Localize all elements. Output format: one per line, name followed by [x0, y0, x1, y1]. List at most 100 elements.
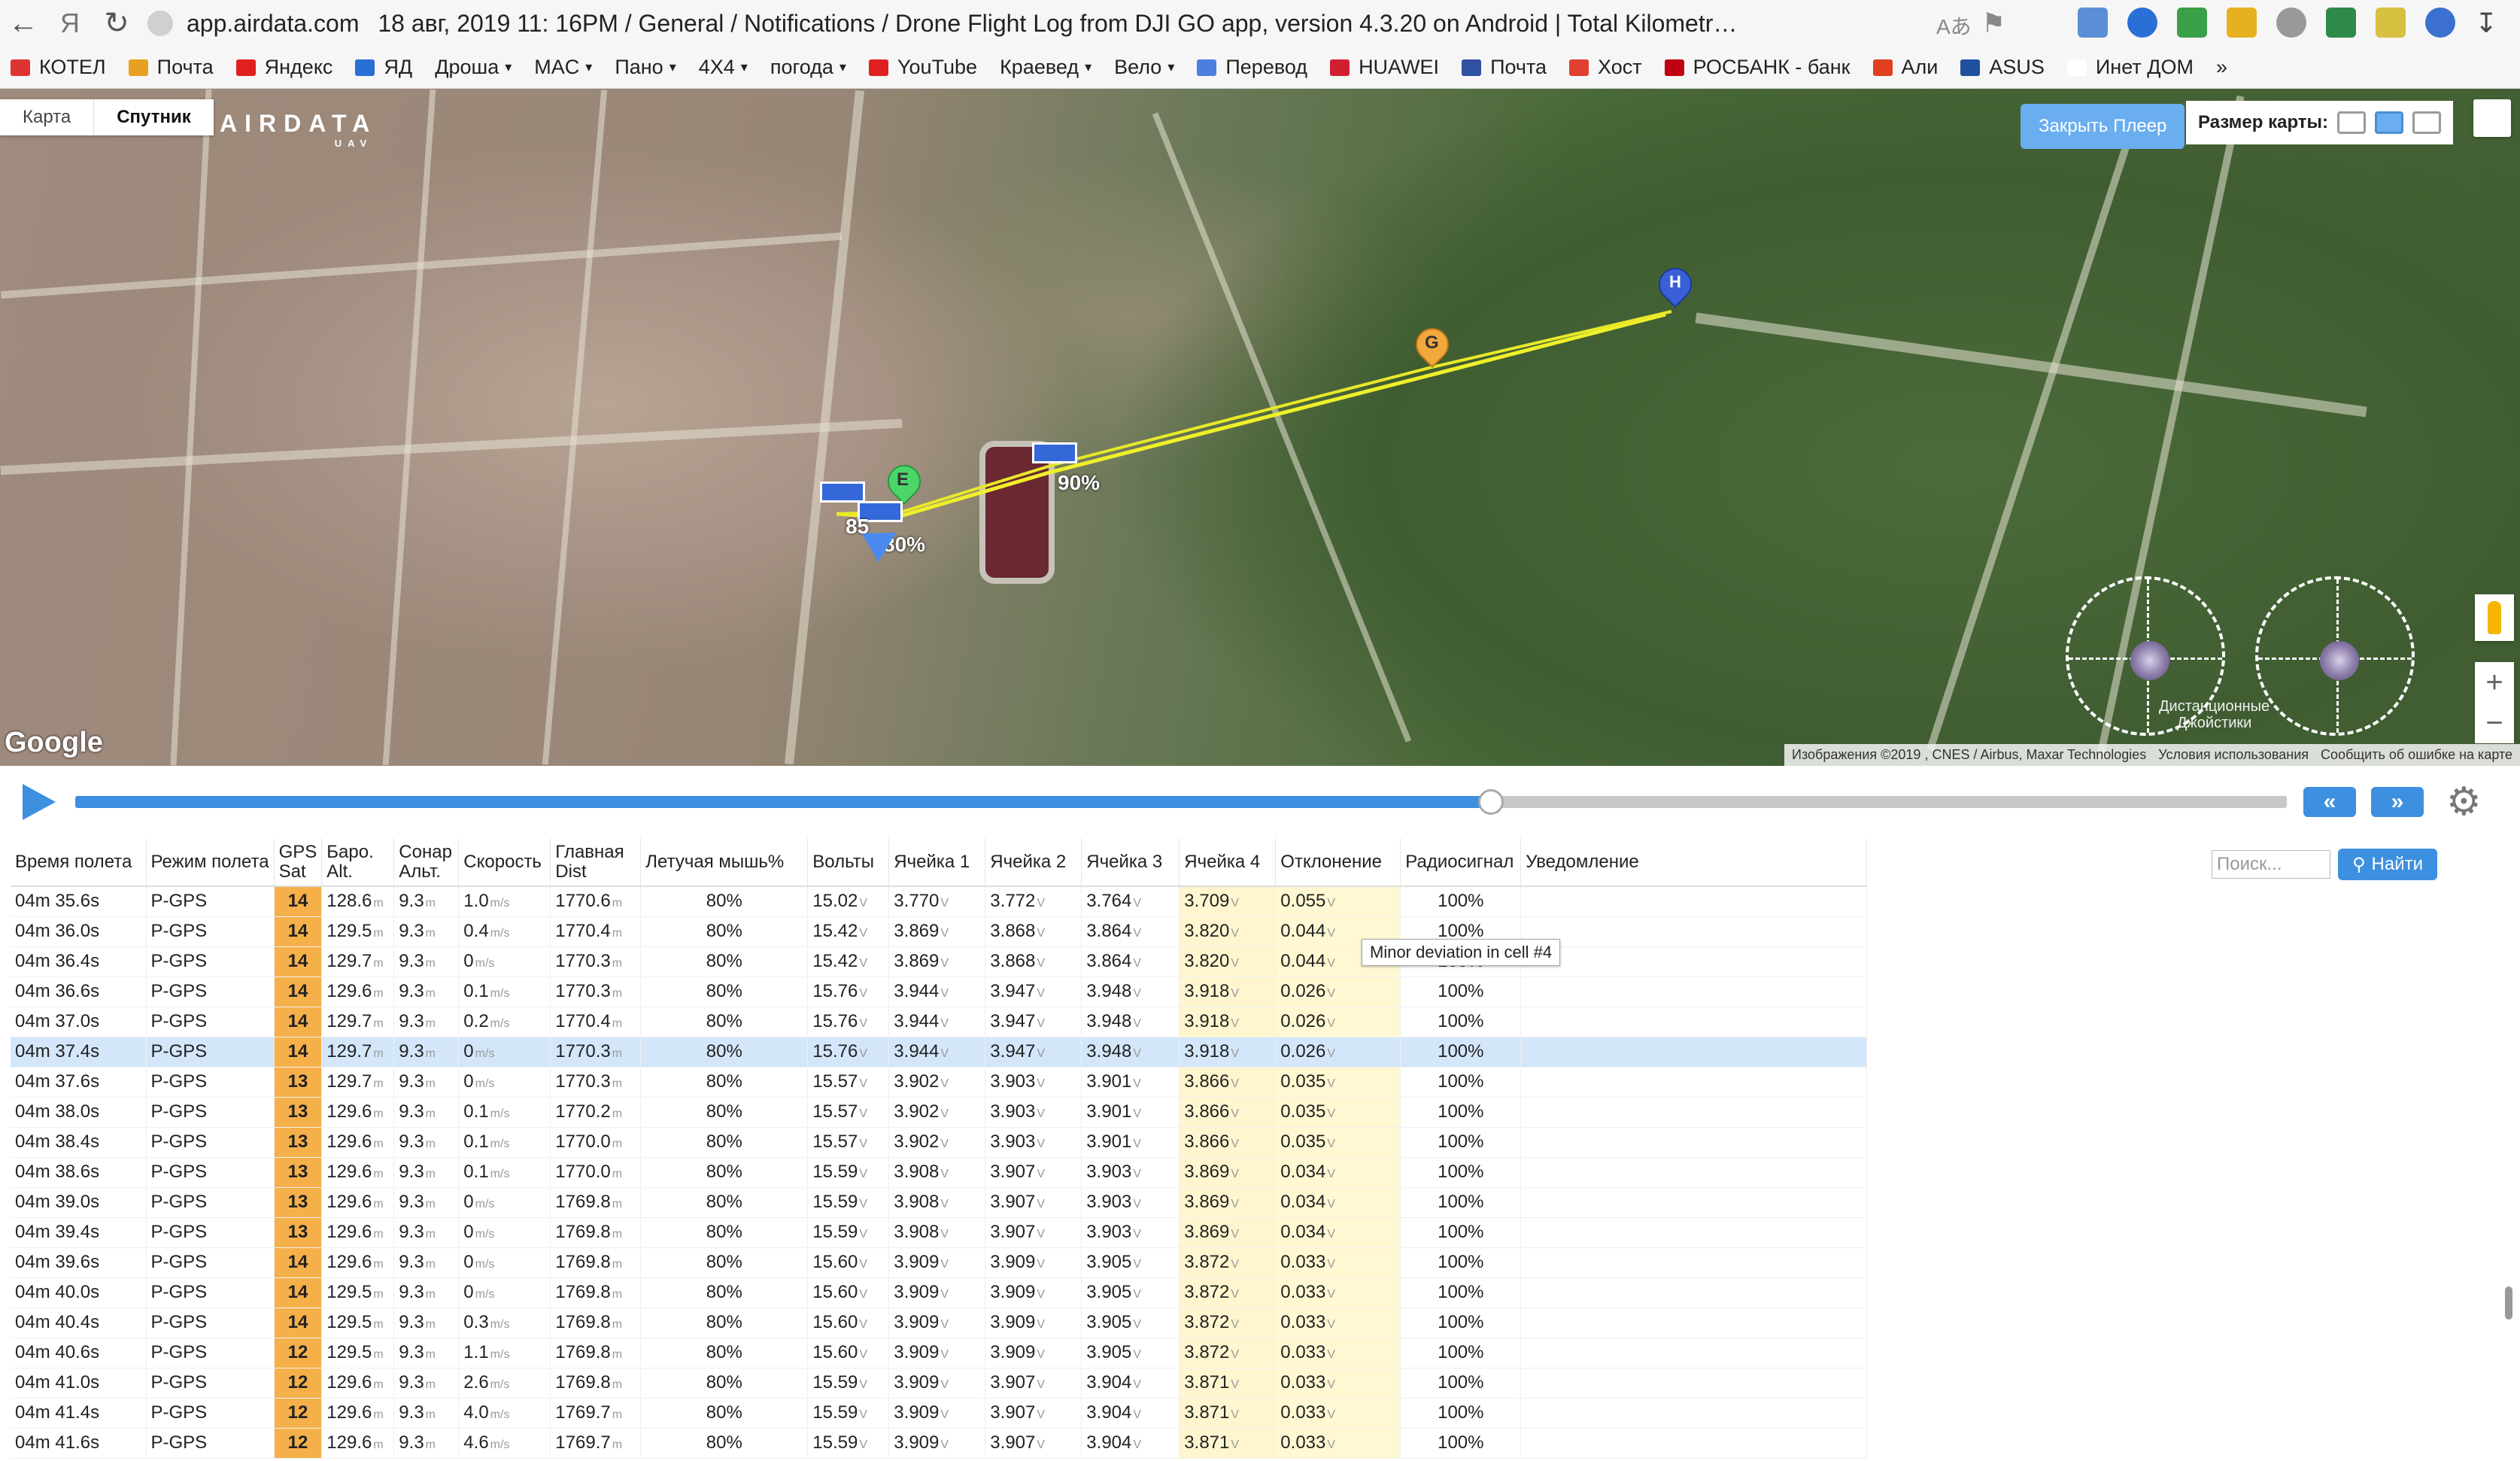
- table-row[interactable]: 04m 35.6s P-GPS 14 128.6 m 9.3 m 1.0 m/s 1770.6 m 8…: [11, 886, 1868, 917]
- bookmark-item[interactable]: погода ▾: [770, 56, 846, 79]
- column-header[interactable]: Ячейка 3: [1081, 838, 1180, 887]
- table-row[interactable]: 04m 41.0s P-GPS 12 129.6 m 9.3 m 2.6 m/s 1769.8 m 8…: [11, 1368, 1868, 1399]
- unit-label: m: [425, 1077, 436, 1090]
- ext-icon-3[interactable]: [2177, 8, 2207, 38]
- column-header[interactable]: Отклонение: [1275, 838, 1401, 887]
- table-row[interactable]: 04m 40.4s P-GPS 14 129.5 m 9.3 m 0.3 m/s 1769.8 m 8…: [11, 1308, 1868, 1338]
- ext-icon-1[interactable]: [2078, 8, 2108, 38]
- column-header[interactable]: Главная Dist: [550, 838, 642, 887]
- more-bookmarks-icon[interactable]: »: [2216, 56, 2227, 79]
- table-row[interactable]: 04m 37.4s P-GPS 14 129.7 m 9.3 m 0 m/s 1770.3 m 80%…: [11, 1037, 1868, 1068]
- zoom-out-icon[interactable]: −: [2485, 706, 2503, 740]
- bookmark-item[interactable]: Перевод: [1197, 56, 1307, 79]
- bookmark-item[interactable]: РОСБАНК - банк: [1664, 56, 1851, 79]
- bookmark-item[interactable]: Почта: [128, 56, 214, 79]
- table-row[interactable]: 04m 41.6s P-GPS 12 129.6 m 9.3 m 4.6 m/s 1769.7 m 8…: [11, 1428, 1868, 1459]
- ext-icon-2[interactable]: [2127, 8, 2157, 38]
- column-header[interactable]: Баро. Alt.: [321, 838, 395, 887]
- column-header[interactable]: Ячейка 4: [1179, 838, 1277, 887]
- bookmark-item[interactable]: Краевед ▾: [1000, 56, 1091, 79]
- satellite-map[interactable]: H G E 90% 85 80% Карта Спутник AIRDATA U…: [0, 89, 2520, 766]
- column-header[interactable]: Время полета: [11, 838, 147, 887]
- bookmark-item[interactable]: ASUS: [1960, 56, 2045, 79]
- column-header[interactable]: Радиосигнал: [1400, 838, 1522, 887]
- column-header[interactable]: Ячейка 2: [985, 838, 1082, 887]
- column-header[interactable]: Летучая мышь%: [640, 838, 809, 887]
- table-row[interactable]: 04m 36.0s P-GPS 14 129.5 m 9.3 m 0.4 m/s 1770.4 m 8…: [11, 916, 1868, 947]
- right-joystick[interactable]: [2255, 576, 2415, 736]
- bookmark-item[interactable]: Почта: [1462, 56, 1547, 79]
- table-row[interactable]: 04m 40.6s P-GPS 12 129.5 m 9.3 m 1.1 m/s 1769.8 m 8…: [11, 1338, 1868, 1368]
- column-header[interactable]: Уведомление: [1520, 838, 1868, 887]
- ext-icon-4[interactable]: [2227, 8, 2257, 38]
- bookmark-item[interactable]: HUAWEI: [1330, 56, 1439, 79]
- play-icon[interactable]: [23, 784, 56, 820]
- bookmark-item[interactable]: КОТЕЛ: [11, 56, 106, 79]
- gear-icon[interactable]: ⚙: [2446, 782, 2482, 822]
- table-row[interactable]: 04m 36.4s P-GPS 14 129.7 m 9.3 m 0 m/s 1770.3 m 80%…: [11, 946, 1868, 977]
- column-header[interactable]: Скорость: [458, 838, 551, 887]
- bookmark-item[interactable]: 4X4 ▾: [699, 56, 748, 79]
- table-row[interactable]: 04m 41.4s P-GPS 12 129.6 m 9.3 m 4.0 m/s 1769.7 m 8…: [11, 1398, 1868, 1429]
- bookmark-item[interactable]: Пано ▾: [615, 56, 676, 79]
- address-bar[interactable]: app.airdata.com 18 авг, 2019 11: 16PM / …: [187, 10, 1751, 38]
- table-row[interactable]: 04m 38.4s P-GPS 13 129.6 m 9.3 m 0.1 m/s 1770.0 m 8…: [11, 1127, 1868, 1158]
- close-player-button[interactable]: Закрыть Плеер: [2021, 104, 2185, 149]
- translate-icon[interactable]: Aあ: [1936, 11, 1972, 41]
- table-row[interactable]: 04m 37.6s P-GPS 13 129.7 m 9.3 m 0 m/s 1770.3 m 80%…: [11, 1067, 1868, 1098]
- bookmark-item[interactable]: Дроша ▾: [435, 56, 512, 79]
- map-size-small-button[interactable]: [2337, 111, 2367, 134]
- reload-icon[interactable]: ↻: [93, 0, 140, 47]
- zoom-in-icon[interactable]: +: [2485, 666, 2503, 700]
- yandex-icon[interactable]: Я: [47, 0, 93, 47]
- table-row[interactable]: 04m 39.6s P-GPS 14 129.6 m 9.3 m 0 m/s 1769.8 m 80%…: [11, 1247, 1868, 1278]
- search-button[interactable]: ⚲ Найти: [2338, 849, 2437, 880]
- map-size-large-button[interactable]: [2412, 111, 2442, 134]
- ext-icon-8[interactable]: [2425, 8, 2455, 38]
- table-row[interactable]: 04m 38.6s P-GPS 13 129.6 m 9.3 m 0.1 m/s 1770.0 m 8…: [11, 1157, 1868, 1188]
- download-icon[interactable]: ↧: [2475, 8, 2505, 38]
- column-header[interactable]: Ячейка 1: [888, 838, 986, 887]
- fullscreen-icon[interactable]: [2473, 99, 2511, 137]
- left-joystick-knob[interactable]: [2130, 641, 2169, 680]
- column-header[interactable]: Сонар Альт.: [393, 838, 460, 887]
- ext-icon-7[interactable]: [2376, 8, 2406, 38]
- ext-icon-5[interactable]: [2276, 8, 2306, 38]
- bookmark-item[interactable]: Вело ▾: [1114, 56, 1174, 79]
- bookmark-item[interactable]: MAC ▾: [534, 56, 592, 79]
- playback-scrubber-handle[interactable]: [1477, 789, 1504, 815]
- table-cell: 0.033 V: [1275, 1398, 1401, 1429]
- table-cell: 0 m/s: [458, 1277, 551, 1308]
- terms-link[interactable]: Условия использования: [2158, 747, 2309, 763]
- bookmark-item[interactable]: Хост: [1569, 56, 1642, 79]
- map-size-medium-button[interactable]: [2375, 111, 2404, 134]
- playback-progress-bar[interactable]: [75, 789, 2287, 815]
- bookmark-item[interactable]: Инет ДОМ: [2066, 56, 2194, 79]
- report-map-error-link[interactable]: Сообщить об ошибке на карте: [2321, 747, 2512, 763]
- column-header[interactable]: Режим полета: [146, 838, 275, 887]
- bookmark-item[interactable]: Яндекс: [235, 56, 332, 79]
- bookmark-item[interactable]: ЯД: [355, 56, 412, 79]
- bookmark-item[interactable]: Али: [1872, 56, 1938, 79]
- table-row[interactable]: 04m 38.0s P-GPS 13 129.6 m 9.3 m 0.1 m/s 1770.2 m 8…: [11, 1097, 1868, 1128]
- table-row[interactable]: 04m 40.0s P-GPS 14 129.5 m 9.3 m 0 m/s 1769.8 m 80%…: [11, 1277, 1868, 1308]
- right-joystick-knob[interactable]: [2320, 641, 2359, 680]
- table-row[interactable]: 04m 39.4s P-GPS 13 129.6 m 9.3 m 0 m/s 1769.8 m 80%…: [11, 1217, 1868, 1248]
- bookmark-item[interactable]: YouTube: [868, 56, 977, 79]
- unit-label: m/s: [475, 957, 495, 970]
- map-type-map-button[interactable]: Карта: [0, 99, 93, 135]
- pegman-icon[interactable]: [2475, 594, 2514, 641]
- column-header[interactable]: Вольты: [807, 838, 890, 887]
- ext-icon-6[interactable]: [2326, 8, 2356, 38]
- table-scrollbar[interactable]: [2505, 1286, 2512, 1320]
- table-row[interactable]: 04m 36.6s P-GPS 14 129.6 m 9.3 m 0.1 m/s 1770.3 m 8…: [11, 977, 1868, 1007]
- column-header[interactable]: GPS Sat: [274, 838, 323, 887]
- search-input[interactable]: Поиск...: [2212, 850, 2330, 879]
- rewind-button[interactable]: «: [2303, 787, 2356, 817]
- map-type-satellite-button[interactable]: Спутник: [93, 99, 213, 135]
- table-row[interactable]: 04m 37.0s P-GPS 14 129.7 m 9.3 m 0.2 m/s 1770.4 m 8…: [11, 1007, 1868, 1037]
- bookmark-star-icon[interactable]: ⚑: [1981, 8, 2005, 39]
- back-arrow-icon[interactable]: ←: [0, 0, 47, 47]
- table-row[interactable]: 04m 39.0s P-GPS 13 129.6 m 9.3 m 0 m/s 1769.8 m 80%…: [11, 1187, 1868, 1218]
- fast-forward-button[interactable]: »: [2371, 787, 2424, 817]
